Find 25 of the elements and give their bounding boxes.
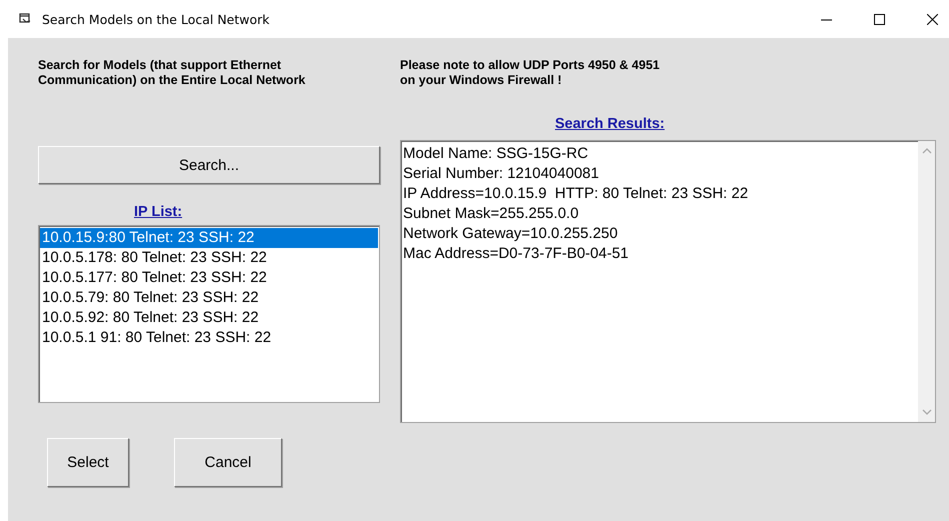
select-button[interactable]: Select (47, 438, 129, 487)
ip-list-label: IP List: (134, 204, 182, 220)
window-icon (19, 13, 33, 25)
result-line: Subnet Mask=255.255.0.0 (403, 204, 580, 224)
firewall-note: Please note to allow UDP Ports 4950 & 4951 on your Windows Firewall ! (400, 58, 661, 88)
ip-list-item[interactable]: 10.0.15.9:80 Telnet: 23 SSH: 22 (40, 228, 378, 248)
search-results-label: Search Results: (555, 116, 665, 132)
results-textbox[interactable]: Model Name: SSG-15G-RC Serial Number: 12104040081 IP Address=10.0.15.9 HTTP: 80 Telnet: 23 SSH: 22 Subnet Mask=255.255.0.0 Network Gateway=10.0.255.250 Mac Address=D0-73-7F-B0-04-51 (400, 140, 936, 423)
maximize-icon[interactable] (874, 14, 885, 24)
ip-list-item[interactable]: 10.0.5.79: 80 Telnet: 23 SSH: 22 (40, 288, 378, 308)
ip-listbox[interactable]: 10.0.15.9:80 Telnet: 23 SSH: 22 10.0.5.178: 80 Telnet: 23 SSH: 22 10.0.5.177: 80 Telnet: 23 SSH: 22 10.0.5.79: 80 Telnet: 23 SSH: 22 10.0.5.92: 80 Telnet: 23 SSH: 22 10.0.5.1 91: 80 Telnet: 23 SSH: 22 (38, 225, 380, 403)
instructions-text: Search for Models (that support Ethernet Communication) on the Entire Local Network (38, 58, 306, 88)
cancel-button[interactable]: Cancel (174, 438, 282, 487)
window-title: Search Models on the Local Network (42, 12, 270, 26)
ip-list-item[interactable]: 10.0.5.177: 80 Telnet: 23 SSH: 22 (40, 268, 378, 288)
result-line: Network Gateway=10.0.255.250 (403, 224, 619, 244)
ip-list-item[interactable]: 10.0.5.178: 80 Telnet: 23 SSH: 22 (40, 248, 378, 268)
ip-list-item[interactable]: 10.0.5.92: 80 Telnet: 23 SSH: 22 (40, 308, 378, 328)
result-line: IP Address=10.0.15.9 HTTP: 80 Telnet: 23 SSH: 22 (403, 184, 750, 204)
result-line: Mac Address=D0-73-7F-B0-04-51 (403, 244, 630, 264)
result-line: Model Name: SSG-15G-RC (403, 144, 590, 164)
close-icon[interactable] (927, 14, 938, 24)
search-button[interactable]: Search... (38, 146, 380, 184)
ip-list-item[interactable]: 10.0.5.1 91: 80 Telnet: 23 SSH: 22 (40, 328, 378, 348)
result-line: Serial Number: 12104040081 (403, 164, 600, 184)
